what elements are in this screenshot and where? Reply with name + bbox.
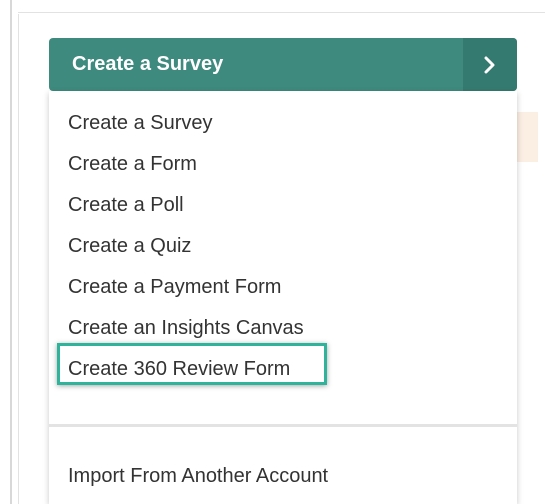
menu-item-create-poll[interactable]: Create a Poll [68,194,184,217]
dropdown-toggle-button[interactable] [463,38,517,91]
create-survey-button[interactable]: Create a Survey [49,38,517,91]
menu-item-create-insights-canvas[interactable]: Create an Insights Canvas [68,317,304,340]
menu-item-import-from-another-account[interactable]: Import From Another Account [68,465,328,488]
menu-item-create-payment-form[interactable]: Create a Payment Form [68,276,281,299]
screenshot-frame: Create a Survey Create a Survey Create a… [0,0,545,504]
menu-item-create-360-review-form[interactable]: Create 360 Review Form [68,358,290,381]
left-border [10,0,12,504]
create-dropdown-menu: Create a Survey Create a Form Create a P… [49,91,517,504]
top-border [18,12,545,13]
menu-item-create-quiz[interactable]: Create a Quiz [68,235,191,258]
create-survey-button-label: Create a Survey [72,53,224,75]
menu-divider [49,424,517,427]
left-panel-border [18,14,19,504]
menu-item-create-survey[interactable]: Create a Survey [68,112,213,135]
menu-item-create-form[interactable]: Create a Form [68,153,197,176]
chevron-right-icon [484,56,495,73]
background-notice-strip [516,112,538,162]
